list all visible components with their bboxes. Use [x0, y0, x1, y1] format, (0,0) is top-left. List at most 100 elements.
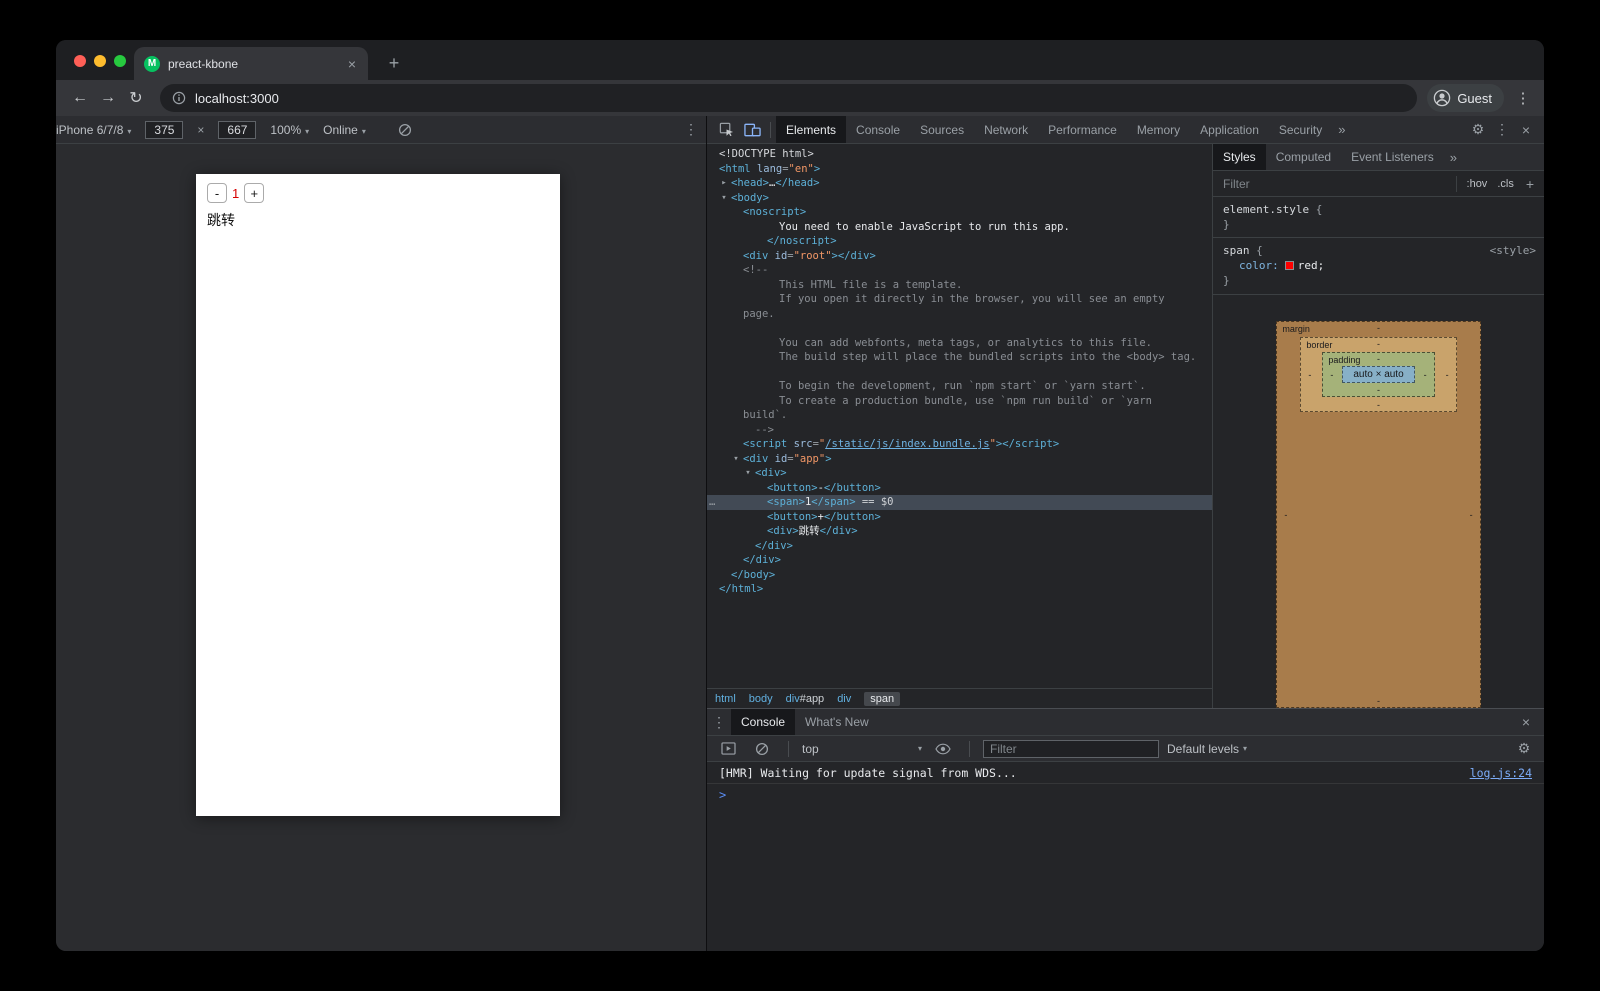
tab-network[interactable]: Network — [974, 116, 1038, 143]
css-property-value[interactable]: red; — [1298, 259, 1325, 272]
reload-button[interactable]: ↻ — [122, 88, 150, 108]
dom-node[interactable]: The build step will place the bundled sc… — [707, 350, 1212, 365]
dom-node[interactable] — [707, 321, 1212, 336]
tab-memory[interactable]: Memory — [1127, 116, 1190, 143]
tab-elements[interactable]: Elements — [776, 116, 846, 143]
tab-performance[interactable]: Performance — [1038, 116, 1127, 143]
console-filter-input[interactable] — [983, 740, 1159, 758]
device-toolbar-toggle-button[interactable] — [739, 117, 765, 143]
tab-event-listeners[interactable]: Event Listeners — [1341, 144, 1444, 170]
breadcrumb-item-body[interactable]: body — [749, 693, 773, 705]
dom-node[interactable]: <!DOCTYPE html> — [707, 147, 1212, 162]
console-prompt[interactable]: > — [707, 784, 1544, 806]
dom-node-selected[interactable]: …<span>1</span> == $0 — [707, 495, 1212, 510]
color-swatch[interactable] — [1285, 261, 1294, 270]
collapse-arrow-icon[interactable]: ▾ — [742, 466, 754, 481]
dom-node[interactable]: You need to enable JavaScript to run thi… — [707, 220, 1212, 235]
expand-arrow-icon[interactable]: ▸ — [718, 176, 730, 191]
dom-node[interactable]: <html lang="en"> — [707, 162, 1212, 177]
dom-node[interactable]: ▾<body> — [707, 191, 1212, 206]
box-model-margin[interactable]: margin - - - - border - - - - — [1276, 321, 1480, 708]
dom-node[interactable]: </html> — [707, 582, 1212, 597]
rule-selector[interactable]: span — [1223, 244, 1250, 257]
tab-what-s-new[interactable]: What's New — [795, 709, 879, 735]
new-tab-button[interactable]: + — [382, 52, 406, 76]
styles-more-tabs-button[interactable]: » — [1444, 150, 1463, 165]
dom-node[interactable]: <div>跳转</div> — [707, 524, 1212, 539]
device-height-input[interactable] — [218, 121, 256, 139]
console-source-link[interactable]: log.js:24 — [1470, 766, 1532, 780]
dom-node[interactable]: </div> — [707, 539, 1212, 554]
javascript-context-select[interactable]: top▾ — [802, 742, 922, 756]
tab-sources[interactable]: Sources — [910, 116, 974, 143]
increment-button[interactable]: + — [244, 183, 264, 203]
collapse-arrow-icon[interactable]: ▾ — [730, 452, 742, 467]
dom-node[interactable]: To create a production bundle, use `npm … — [707, 394, 1212, 409]
toggle-class-button[interactable]: .cls — [1497, 178, 1514, 190]
device-width-input[interactable] — [145, 121, 183, 139]
css-property-name[interactable]: color: — [1239, 259, 1279, 272]
dom-node[interactable]: <button>-</button> — [707, 481, 1212, 496]
dom-node[interactable]: ▸<head>…</head> — [707, 176, 1212, 191]
dom-node[interactable]: If you open it directly in the browser, … — [707, 292, 1212, 307]
more-tabs-button[interactable]: » — [1332, 122, 1351, 137]
dom-node[interactable]: --> — [707, 423, 1212, 438]
back-button[interactable]: ← — [66, 89, 94, 107]
box-model-padding[interactable]: padding - - - - auto × auto — [1322, 352, 1434, 397]
dom-node[interactable]: </body> — [707, 568, 1212, 583]
dom-node[interactable]: <script src="/static/js/index.bundle.js"… — [707, 437, 1212, 452]
live-expression-button[interactable] — [930, 736, 956, 762]
browser-tab[interactable]: M preact-kbone × — [134, 47, 368, 80]
close-window-button[interactable] — [74, 55, 86, 67]
tab-console[interactable]: Console — [731, 709, 795, 735]
dom-node[interactable]: ▾<div> — [707, 466, 1212, 481]
zoom-window-button[interactable] — [114, 55, 126, 67]
forward-button[interactable]: → — [94, 89, 122, 107]
tab-close-icon[interactable]: × — [346, 56, 358, 72]
devtools-menu-icon[interactable]: ⋮ — [1490, 121, 1514, 138]
breadcrumb-item-div[interactable]: div — [837, 693, 851, 705]
address-bar[interactable]: localhost:3000 — [160, 84, 1417, 112]
rule-source-link[interactable]: <style> — [1490, 243, 1536, 258]
drawer-close-icon[interactable]: × — [1514, 714, 1538, 730]
jump-link[interactable]: 跳转 — [207, 210, 549, 230]
dom-node[interactable]: <noscript> — [707, 205, 1212, 220]
devtools-close-icon[interactable]: × — [1514, 122, 1538, 138]
tab-computed[interactable]: Computed — [1266, 144, 1341, 170]
throttling-select[interactable]: Online▾ — [323, 123, 366, 137]
tab-security[interactable]: Security — [1269, 116, 1332, 143]
box-model-border[interactable]: border - - - - padding - - - — [1300, 337, 1456, 412]
clear-console-button[interactable] — [749, 736, 775, 762]
rule-selector[interactable]: element.style — [1223, 203, 1309, 216]
dom-node[interactable]: page. — [707, 307, 1212, 322]
box-model-content[interactable]: auto × auto — [1342, 366, 1414, 383]
device-select[interactable]: iPhone 6/7/8▾ — [56, 123, 131, 137]
dom-node[interactable]: You can add webfonts, meta tags, or anal… — [707, 336, 1212, 351]
dom-node[interactable]: <button>+</button> — [707, 510, 1212, 525]
decrement-button[interactable]: - — [207, 183, 227, 203]
styles-filter-input[interactable] — [1221, 176, 1456, 192]
dom-node[interactable]: ▾<div id="app"> — [707, 452, 1212, 467]
zoom-select[interactable]: 100%▾ — [270, 123, 309, 137]
tab-application[interactable]: Application — [1190, 116, 1269, 143]
dom-node[interactable] — [707, 365, 1212, 380]
rotate-button[interactable] — [398, 123, 412, 137]
dom-node[interactable]: This HTML file is a template. — [707, 278, 1212, 293]
drawer-menu-icon[interactable]: ⋮ — [707, 714, 731, 731]
dom-node[interactable]: To begin the development, run `npm start… — [707, 379, 1212, 394]
inspect-element-button[interactable] — [713, 117, 739, 143]
dom-node[interactable]: </noscript> — [707, 234, 1212, 249]
log-levels-select[interactable]: Default levels▾ — [1167, 742, 1247, 756]
breadcrumb-item-div[interactable]: div#app — [786, 693, 825, 705]
toggle-hover-state-button[interactable]: :hov — [1467, 178, 1488, 190]
minimize-window-button[interactable] — [94, 55, 106, 67]
browser-menu-icon[interactable]: ⋮ — [1512, 89, 1534, 107]
breadcrumb-item-span[interactable]: span — [864, 692, 900, 706]
dom-node[interactable]: <div id="root"></div> — [707, 249, 1212, 264]
console-settings-icon[interactable]: ⚙ — [1512, 740, 1536, 757]
dom-node[interactable]: build`. — [707, 408, 1212, 423]
breadcrumb-item-html[interactable]: html — [715, 693, 736, 705]
new-style-rule-button[interactable]: + — [1524, 176, 1536, 192]
tab-console[interactable]: Console — [846, 116, 910, 143]
site-info-icon[interactable] — [172, 91, 186, 105]
